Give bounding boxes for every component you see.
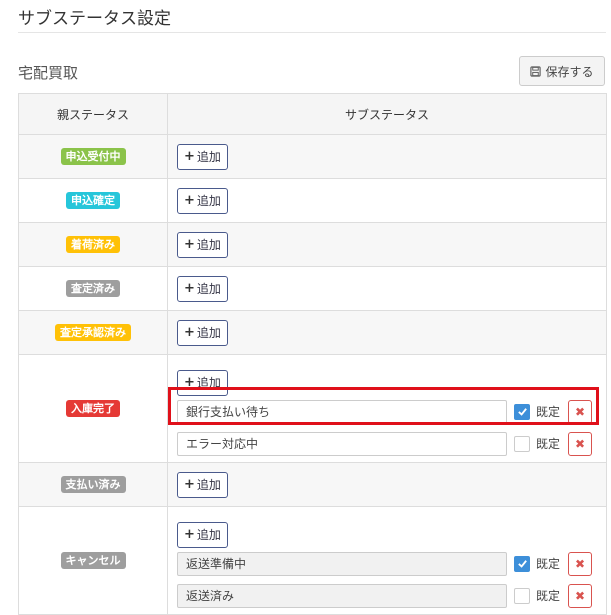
add-button-label: 追加: [196, 528, 221, 542]
sub-status-cell: + 追加: [167, 266, 607, 311]
table-row: 査定済み + 追加: [18, 266, 607, 311]
check-icon: [517, 408, 527, 416]
substatus-row: 既定 ✖: [177, 548, 606, 580]
status-badge: 申込受付中: [60, 148, 126, 165]
plus-icon: +: [184, 149, 195, 164]
status-badge: 支払い済み: [60, 476, 126, 493]
close-icon: ✖: [574, 588, 586, 603]
default-checkbox[interactable]: [514, 587, 530, 604]
header-sub-status: サブステータス: [167, 93, 607, 135]
status-badge: キャンセル: [60, 552, 126, 569]
plus-icon: +: [184, 527, 195, 542]
close-icon: ✖: [574, 404, 586, 419]
page-title: サブステータス設定: [18, 9, 171, 29]
add-substatus-button[interactable]: + 追加: [177, 231, 228, 258]
title-divider: [18, 32, 606, 33]
status-table: 親ステータス サブステータス 申込受付中 + 追加 申込確定 + 追加 着荷済み + 追加 査定済…: [18, 93, 607, 615]
status-badge: 着荷済み: [66, 236, 120, 253]
add-substatus-button[interactable]: + 追加: [177, 471, 228, 498]
save-button-label: 保存する: [545, 64, 594, 79]
section-title: 宅配買取: [18, 64, 79, 82]
parent-status-cell: 着荷済み: [18, 222, 168, 267]
add-substatus-button[interactable]: + 追加: [177, 369, 228, 396]
parent-status-cell: 申込受付中: [18, 134, 168, 179]
substatus-row: 既定 ✖: [177, 396, 606, 428]
add-substatus-button[interactable]: + 追加: [177, 521, 228, 548]
plus-icon: +: [184, 281, 195, 296]
save-button[interactable]: 保存する: [519, 56, 605, 86]
table-row: 入庫完了 +追加既定 ✖ 既定 ✖: [18, 354, 607, 463]
plus-icon: +: [184, 193, 195, 208]
delete-substatus-button[interactable]: ✖: [568, 551, 593, 576]
add-button-label: 追加: [196, 376, 221, 390]
substatus-name-input[interactable]: [177, 551, 507, 576]
substatus-name-input[interactable]: [177, 583, 507, 608]
add-substatus-button[interactable]: + 追加: [177, 275, 228, 302]
plus-icon: +: [184, 325, 195, 340]
delete-substatus-button[interactable]: ✖: [568, 399, 593, 424]
close-icon: ✖: [574, 436, 586, 451]
plus-icon: +: [184, 237, 195, 252]
add-substatus-button[interactable]: + 追加: [177, 187, 228, 214]
parent-status-cell: 入庫完了: [18, 354, 168, 463]
plus-icon: +: [184, 477, 195, 492]
add-substatus-button[interactable]: + 追加: [177, 143, 228, 170]
default-checkbox[interactable]: [514, 555, 530, 572]
add-button-label: 追加: [196, 478, 221, 492]
add-button-label: 追加: [196, 150, 221, 164]
add-substatus-button[interactable]: + 追加: [177, 319, 228, 346]
add-button-label: 追加: [196, 238, 221, 252]
table-row: 支払い済み + 追加: [18, 462, 607, 507]
sub-status-cell: + 追加: [167, 462, 607, 507]
parent-status-cell: 支払い済み: [18, 462, 168, 507]
default-label: 既定: [536, 437, 561, 451]
sub-status-cell: +追加既定 ✖ 既定 ✖: [167, 506, 607, 615]
table-row: 査定承認済み + 追加: [18, 310, 607, 355]
substatus-name-input[interactable]: [177, 399, 507, 424]
add-button-label: 追加: [196, 194, 221, 208]
parent-status-cell: 査定承認済み: [18, 310, 168, 355]
status-badge: 申込確定: [66, 192, 120, 209]
table-row: 着荷済み + 追加: [18, 222, 607, 267]
delete-substatus-button[interactable]: ✖: [568, 431, 593, 456]
table-row: キャンセル +追加既定 ✖ 既定 ✖: [18, 506, 607, 615]
status-badge: 査定承認済み: [55, 324, 131, 341]
table-row: 申込受付中 + 追加: [18, 134, 607, 179]
parent-status-cell: キャンセル: [18, 506, 168, 615]
substatus-row: 既定 ✖: [177, 580, 606, 612]
parent-status-cell: 申込確定: [18, 178, 168, 223]
close-icon: ✖: [574, 556, 586, 571]
plus-icon: +: [184, 375, 195, 390]
sub-status-cell: + 追加: [167, 222, 607, 267]
default-checkbox[interactable]: [514, 435, 530, 452]
sub-status-cell: + 追加: [167, 134, 607, 179]
substatus-row: 既定 ✖: [177, 428, 606, 460]
default-label: 既定: [536, 405, 561, 419]
default-checkbox[interactable]: [514, 403, 530, 420]
parent-status-cell: 査定済み: [18, 266, 168, 311]
sub-status-cell: + 追加: [167, 178, 607, 223]
sub-status-cell: + 追加: [167, 310, 607, 355]
status-badge: 査定済み: [66, 280, 120, 297]
table-row: 申込確定 + 追加: [18, 178, 607, 223]
header-parent-status: 親ステータス: [18, 93, 168, 135]
check-icon: [517, 560, 527, 568]
delete-substatus-button[interactable]: ✖: [568, 583, 593, 608]
add-button-label: 追加: [196, 282, 221, 296]
default-label: 既定: [536, 557, 561, 571]
sub-status-cell: +追加既定 ✖ 既定 ✖: [167, 354, 607, 463]
status-badge: 入庫完了: [66, 400, 120, 417]
substatus-name-input[interactable]: [177, 431, 507, 456]
default-label: 既定: [536, 589, 561, 603]
add-button-label: 追加: [196, 326, 221, 340]
save-icon: [530, 65, 542, 77]
